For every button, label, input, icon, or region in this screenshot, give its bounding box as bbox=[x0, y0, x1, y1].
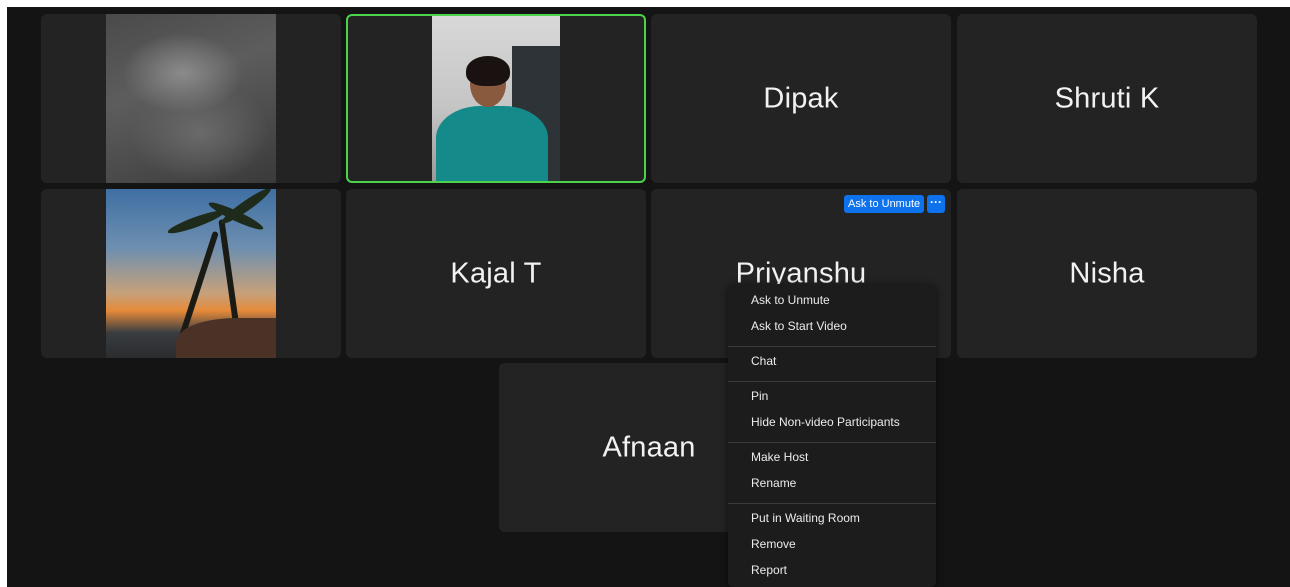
menu-separator bbox=[728, 442, 936, 443]
shoreline bbox=[176, 318, 276, 358]
menu-item-chat[interactable]: Chat bbox=[728, 350, 936, 372]
person-body bbox=[436, 106, 548, 181]
gallery-view: Dipak Shruti K Kajal T Priyanshu Nisha A… bbox=[7, 7, 1290, 587]
participant-name: Shruti K bbox=[1054, 82, 1160, 114]
menu-item-put-in-waiting-room[interactable]: Put in Waiting Room bbox=[728, 507, 936, 529]
participant-tile-shruti[interactable]: Shruti K bbox=[957, 14, 1257, 183]
menu-separator bbox=[728, 346, 936, 347]
menu-item-remove[interactable]: Remove bbox=[728, 533, 936, 555]
participant-video-feed bbox=[432, 16, 560, 181]
menu-separator bbox=[728, 503, 936, 504]
participant-name: Nisha bbox=[1069, 257, 1145, 289]
menu-separator bbox=[728, 381, 936, 382]
participant-tile-kajal[interactable]: Kajal T bbox=[346, 189, 646, 358]
participant-video-feed bbox=[106, 14, 276, 183]
menu-item-make-host[interactable]: Make Host bbox=[728, 446, 936, 468]
more-options-icon[interactable]: ··· bbox=[927, 195, 945, 213]
ask-to-unmute-button[interactable]: Ask to Unmute bbox=[844, 195, 925, 213]
participant-context-menu: Ask to Unmute Ask to Start Video Chat Pi… bbox=[728, 284, 936, 587]
palm-tree-trunk bbox=[218, 219, 240, 329]
participant-tile-video[interactable] bbox=[41, 14, 341, 183]
participant-tile-active-speaker[interactable] bbox=[346, 14, 646, 183]
participant-tile-nisha[interactable]: Nisha bbox=[957, 189, 1257, 358]
participant-tile-video[interactable] bbox=[41, 189, 341, 358]
participant-name: Kajal T bbox=[450, 257, 542, 289]
participant-video-feed bbox=[106, 189, 276, 358]
menu-item-ask-to-unmute[interactable]: Ask to Unmute bbox=[728, 289, 936, 311]
menu-item-ask-to-start-video[interactable]: Ask to Start Video bbox=[728, 315, 936, 337]
menu-item-report[interactable]: Report bbox=[728, 559, 936, 581]
menu-item-pin[interactable]: Pin bbox=[728, 385, 936, 407]
menu-item-rename[interactable]: Rename bbox=[728, 472, 936, 494]
menu-item-hide-non-video-participants[interactable]: Hide Non-video Participants bbox=[728, 411, 936, 433]
person-hair bbox=[466, 56, 510, 86]
participant-tile-dipak[interactable]: Dipak bbox=[651, 14, 951, 183]
participant-name: Dipak bbox=[763, 82, 839, 114]
